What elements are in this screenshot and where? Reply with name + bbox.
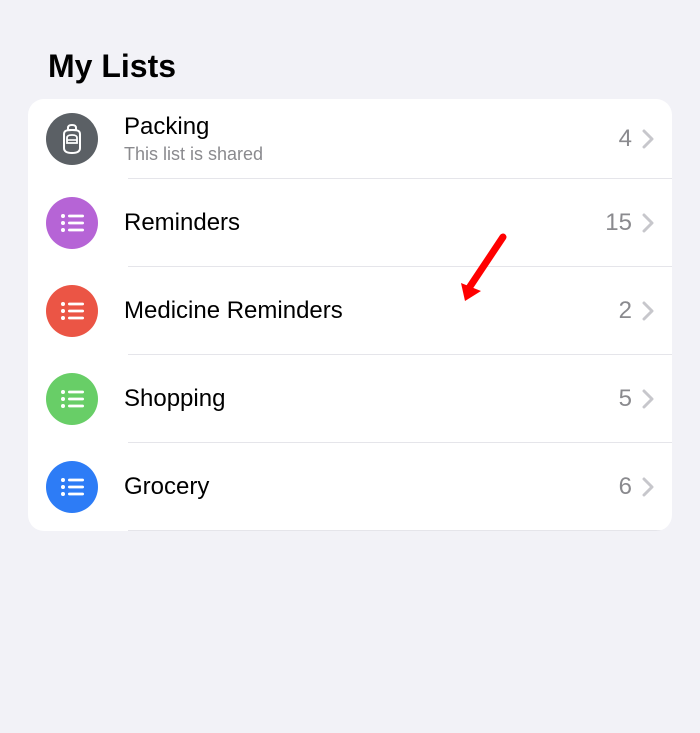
- list-name: Packing: [124, 113, 619, 142]
- list-count: 4: [619, 125, 632, 153]
- list-row-grocery[interactable]: Grocery 6: [28, 443, 672, 531]
- my-lists-card: Packing This list is shared 4 Re: [28, 99, 672, 531]
- chevron-right-icon: [642, 213, 654, 233]
- list-bullet-icon: [46, 461, 98, 513]
- list-name: Grocery: [124, 473, 619, 502]
- list-row-reminders[interactable]: Reminders 15: [28, 179, 672, 267]
- list-count: 15: [605, 209, 632, 237]
- list-count: 2: [619, 297, 632, 325]
- backpack-icon: [46, 113, 98, 165]
- chevron-right-icon: [642, 129, 654, 149]
- list-row-shopping[interactable]: Shopping 5: [28, 355, 672, 443]
- list-row-packing[interactable]: Packing This list is shared 4: [28, 99, 672, 179]
- list-row-medicine-reminders[interactable]: Medicine Reminders 2: [28, 267, 672, 355]
- list-bullet-icon: [46, 197, 98, 249]
- chevron-right-icon: [642, 389, 654, 409]
- list-bullet-icon: [46, 285, 98, 337]
- list-count: 6: [619, 473, 632, 501]
- list-name: Medicine Reminders: [124, 297, 619, 326]
- chevron-right-icon: [642, 301, 654, 321]
- list-bullet-icon: [46, 373, 98, 425]
- chevron-right-icon: [642, 477, 654, 497]
- list-count: 5: [619, 385, 632, 413]
- section-title: My Lists: [48, 48, 672, 85]
- list-name: Reminders: [124, 209, 605, 238]
- list-name: Shopping: [124, 385, 619, 414]
- list-subtitle: This list is shared: [124, 144, 619, 165]
